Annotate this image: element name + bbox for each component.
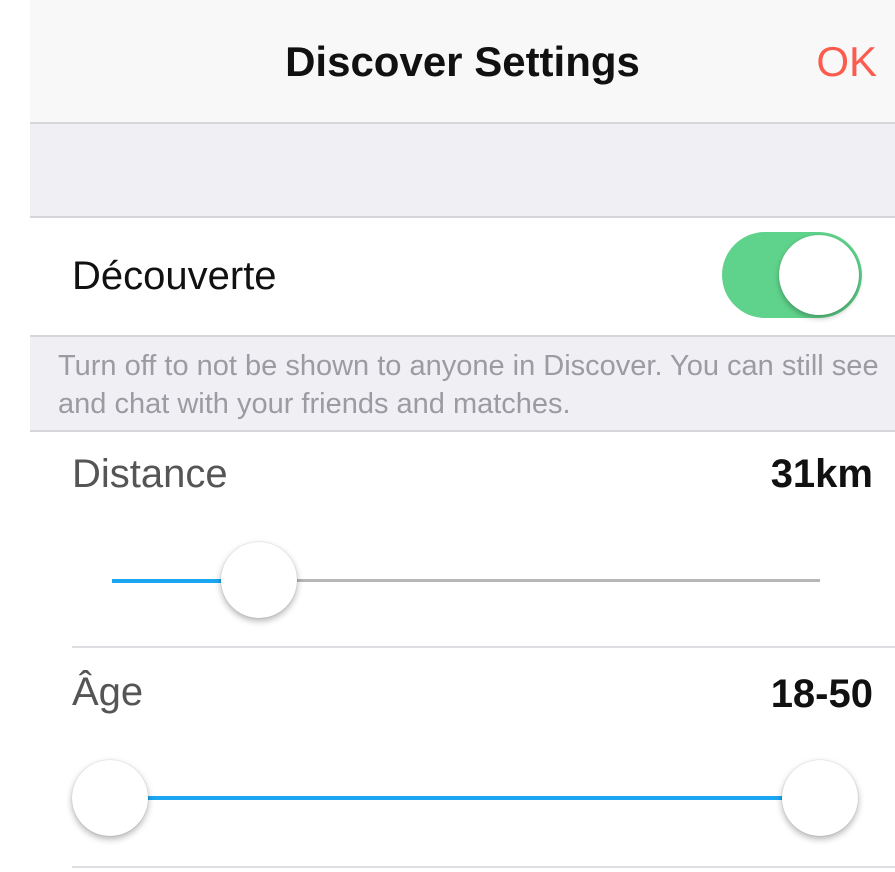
row-divider (72, 646, 895, 648)
distance-value: 31km (770, 452, 873, 496)
navigation-bar: Discover Settings OK (30, 0, 895, 124)
discover-row: Découverte (30, 218, 895, 335)
distance-slider-thumb[interactable] (220, 542, 297, 618)
age-slider-fill (110, 796, 820, 800)
distance-slider[interactable] (112, 540, 820, 620)
age-max-thumb[interactable] (782, 760, 858, 836)
page-title: Discover Settings (285, 38, 640, 85)
age-value: 18-50 (770, 672, 873, 716)
distance-label: Distance (72, 452, 228, 496)
discover-toggle-switch[interactable] (722, 232, 862, 318)
section-spacer (30, 124, 895, 218)
age-label: Âge (72, 670, 144, 714)
row-divider (72, 866, 895, 868)
ok-button[interactable]: OK (816, 38, 877, 86)
age-min-thumb[interactable] (72, 760, 148, 836)
age-range-slider[interactable] (72, 758, 858, 838)
toggle-knob (779, 235, 859, 315)
discover-footer: Turn off to not be shown to anyone in Di… (30, 335, 895, 432)
discover-label: Découverte (72, 254, 277, 298)
discover-footer-text: Turn off to not be shown to anyone in Di… (58, 350, 879, 420)
